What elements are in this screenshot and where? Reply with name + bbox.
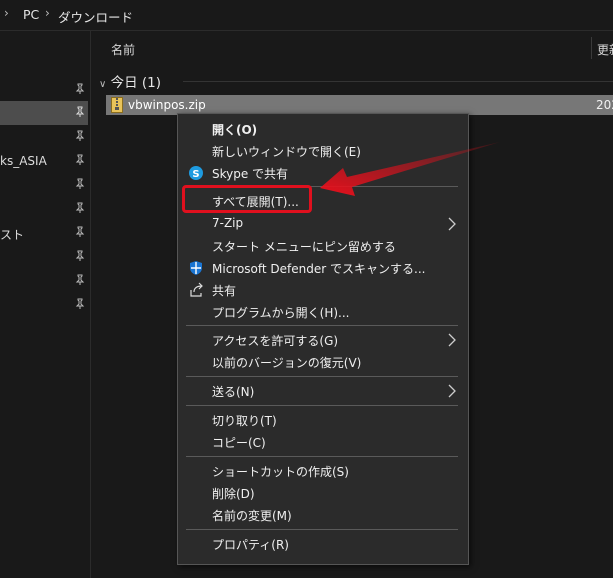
pin-icon <box>75 274 85 285</box>
chevron-right-icon <box>448 333 456 347</box>
group-divider <box>183 81 613 82</box>
nav-item[interactable] <box>0 245 88 269</box>
breadcrumb-downloads[interactable]: ダウンロード <box>58 7 133 26</box>
pin-icon <box>75 130 85 141</box>
address-bar[interactable]: › PC › ダウンロード <box>0 0 613 31</box>
nav-item[interactable] <box>0 269 88 293</box>
menu-item-cut[interactable]: 切り取り(T) <box>178 409 468 431</box>
group-label: 今日 (1) <box>110 75 162 91</box>
annotation-highlight-box <box>182 185 312 213</box>
nav-item-selected[interactable] <box>0 101 88 125</box>
menu-item-pin-start[interactable]: スタート メニューにピン留めする <box>178 235 468 257</box>
menu-item-open-with[interactable]: プログラムから開く(H)... <box>178 301 468 323</box>
menu-item-rename[interactable]: 名前の変更(M) <box>178 504 468 526</box>
menu-item-share-skype[interactable]: S Skype で共有 <box>178 162 468 184</box>
menu-separator <box>186 325 458 326</box>
menu-item-restore-versions[interactable]: 以前のバージョンの復元(V) <box>178 351 468 373</box>
menu-item-delete[interactable]: 削除(D) <box>178 482 468 504</box>
file-name: vbwinpos.zip <box>128 98 206 112</box>
chevron-down-icon: ∨ <box>99 79 107 90</box>
chevron-right-icon: › <box>4 6 9 20</box>
pin-icon <box>75 298 85 309</box>
navigation-pane: ks_ASIA スト <box>0 31 90 578</box>
menu-item-open-new-window[interactable]: 新しいウィンドウで開く(E) <box>178 140 468 162</box>
menu-item-create-shortcut[interactable]: ショートカットの作成(S) <box>178 460 468 482</box>
menu-separator <box>186 376 458 377</box>
pin-icon <box>75 106 85 117</box>
menu-item-defender-scan[interactable]: Microsoft Defender でスキャンする... <box>178 257 468 279</box>
menu-item-copy[interactable]: コピー(C) <box>178 431 468 453</box>
nav-item[interactable] <box>0 125 88 149</box>
file-row[interactable]: vbwinpos.zip 202 <box>106 95 613 115</box>
pin-icon <box>75 154 85 165</box>
menu-separator <box>186 456 458 457</box>
chevron-right-icon <box>448 384 456 398</box>
menu-item-open[interactable]: 開く(O) <box>178 118 468 140</box>
menu-item-send-to[interactable]: 送る(N) <box>178 380 468 402</box>
nav-item[interactable] <box>0 197 88 221</box>
menu-item-7zip[interactable]: 7-Zip <box>178 213 468 235</box>
breadcrumb-pc[interactable]: PC <box>23 7 39 22</box>
column-separator[interactable] <box>591 37 592 59</box>
nav-item[interactable] <box>0 173 88 197</box>
pin-icon <box>75 250 85 261</box>
nav-item[interactable]: ks_ASIA <box>0 149 88 173</box>
chevron-right-icon <box>448 217 456 231</box>
column-header-date[interactable]: 更新 <box>597 41 613 58</box>
group-header[interactable]: ∨ 今日 (1) <box>99 71 161 91</box>
column-header-name[interactable]: 名前 <box>111 41 135 58</box>
svg-text:S: S <box>192 169 199 180</box>
nav-item[interactable] <box>0 293 88 317</box>
pin-icon <box>75 226 85 237</box>
nav-item[interactable]: スト <box>0 221 88 245</box>
nav-item[interactable] <box>0 78 88 102</box>
menu-item-give-access[interactable]: アクセスを許可する(G) <box>178 329 468 351</box>
defender-shield-icon <box>190 261 202 275</box>
menu-item-properties[interactable]: プロパティ(R) <box>178 533 468 555</box>
menu-item-share[interactable]: 共有 <box>178 279 468 301</box>
context-menu: 開く(O) 新しいウィンドウで開く(E) S Skype で共有 すべて展開(T… <box>177 113 469 565</box>
pin-icon <box>75 83 85 94</box>
menu-separator <box>186 405 458 406</box>
menu-separator <box>186 529 458 530</box>
pin-icon <box>75 202 85 213</box>
share-icon <box>190 282 203 297</box>
file-date: 202 <box>596 98 613 112</box>
skype-icon: S <box>189 166 203 180</box>
zip-folder-icon <box>111 97 123 113</box>
pin-icon <box>75 178 85 189</box>
chevron-right-icon: › <box>45 6 50 20</box>
